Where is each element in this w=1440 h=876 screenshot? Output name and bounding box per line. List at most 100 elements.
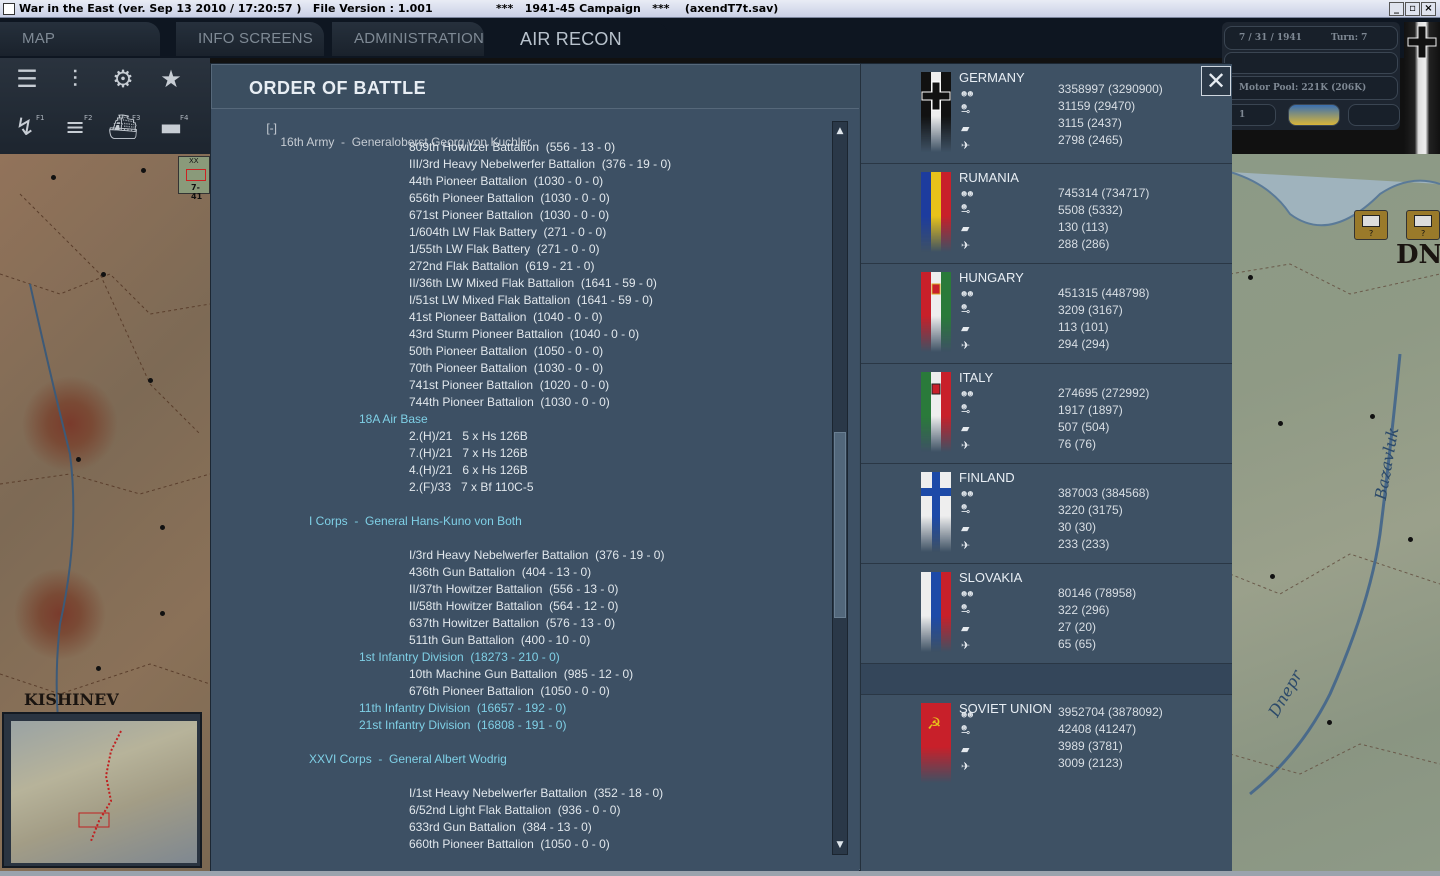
nation-name: SLOVAKIA — [959, 570, 1023, 585]
nation-name: ITALY — [959, 370, 994, 385]
oob-unit-row[interactable]: 2.(H)/21 5 x Hs 126B — [409, 429, 528, 446]
oob-unit-row[interactable]: 44th Pioneer Battalion (1030 - 0 - 0) — [409, 174, 603, 191]
oob-hq-row[interactable]: XXVI Corps - General Albert Wodrig — [309, 752, 507, 769]
tab-administration[interactable]: ADMINISTRATION — [332, 22, 484, 56]
recon-marker-icon — [1362, 215, 1380, 227]
oob-hq-row[interactable]: 21st Infantry Division (16808 - 191 - 0) — [359, 718, 566, 735]
plane-icon: ✈ — [961, 239, 971, 252]
map-town-dot — [1327, 720, 1332, 725]
oob-unit-row[interactable]: 70th Pioneer Battalion (1030 - 0 - 0) — [409, 361, 603, 378]
map-view-left[interactable]: XX 7-41 KISHINEV — [0, 154, 210, 876]
oob-unit-row[interactable]: 436th Gun Battalion (404 - 13 - 0) — [409, 565, 591, 582]
minimize-icon[interactable]: _ — [1389, 2, 1404, 16]
oob-unit-row[interactable]: II/36th LW Mixed Flak Battalion (1641 - … — [409, 276, 657, 293]
nation-name: HUNGARY — [959, 270, 1024, 285]
oob-hq-row[interactable]: I Corps - General Hans-Kuno von Both — [309, 514, 522, 531]
slovakia-flag-icon — [921, 572, 951, 652]
oob-unit-row[interactable]: 272nd Flak Battalion (619 - 21 - 0) — [409, 259, 594, 276]
map-town-dot — [76, 457, 81, 462]
rumania-flag-icon — [921, 172, 951, 252]
oob-hq-row[interactable]: 1st Infantry Division (18273 - 210 - 0) — [359, 650, 560, 667]
oob-unit-row[interactable]: 744th Pioneer Battalion (1030 - 0 - 0) — [409, 395, 610, 412]
oob-hq-row[interactable]: 18A Air Base — [359, 412, 428, 429]
close-dialog-button[interactable]: ✕ — [1201, 66, 1231, 96]
tab-info-screens[interactable]: INFO SCREENS — [176, 22, 324, 56]
oob-unit-row[interactable]: 660th Pioneer Battalion (1050 - 0 - 0) — [409, 837, 610, 854]
oob-unit-row[interactable]: 1/604th LW Flak Battery (271 - 0 - 0) — [409, 225, 606, 242]
men-icon: ☻☻☻ — [961, 712, 974, 732]
scroll-down-icon[interactable]: ▼ — [834, 838, 846, 852]
nation-stat-value: 322 (296) — [1058, 603, 1110, 617]
map-view-right[interactable]: ? ? DN Bazavluk Dnepr — [1230, 154, 1440, 876]
oob-hq-row[interactable]: 11th Infantry Division (16657 - 192 - 0) — [359, 701, 566, 718]
app-icon — [3, 3, 15, 15]
weather-indicator[interactable] — [1288, 104, 1340, 126]
oob-unit-row[interactable]: 637th Howitzer Battalion (576 - 13 - 0) — [409, 616, 615, 633]
oob-unit-row[interactable]: II/37th Howitzer Battalion (556 - 13 - 0… — [409, 582, 618, 599]
nation-stat-value: 294 (294) — [1058, 337, 1110, 351]
oob-unit-row[interactable]: 50th Pioneer Battalion (1050 - 0 - 0) — [409, 344, 603, 361]
oob-unit-row[interactable]: 511th Gun Battalion (400 - 10 - 0) — [409, 633, 590, 650]
fkey-label: F4 — [180, 114, 189, 122]
nation-name: RUMANIA — [959, 170, 1019, 185]
oob-unit-row[interactable]: 671st Pioneer Battalion (1030 - 0 - 0) — [409, 208, 609, 225]
oob-unit-row[interactable]: I/1st Heavy Nebelwerfer Battalion (352 -… — [409, 786, 663, 803]
scroll-thumb[interactable] — [834, 432, 846, 618]
oob-scrollbar[interactable]: ▲ ▼ — [832, 121, 848, 855]
unit-counter[interactable]: XX 7-41 — [178, 156, 210, 201]
map-town-dot — [1248, 275, 1253, 280]
oob-tree-list[interactable]: [-] 16th Army - Generaloberst Georg von … — [211, 113, 831, 857]
close-window-icon[interactable]: × — [1421, 2, 1436, 16]
oob-unit-row[interactable]: 741st Pioneer Battalion (1020 - 0 - 0) — [409, 378, 609, 395]
finland-flag-icon — [921, 472, 951, 552]
gear-icon[interactable]: ⚙ — [104, 60, 142, 98]
plane-icon: ✈ — [961, 139, 971, 152]
nation-stat-value: 387003 (384568) — [1058, 486, 1150, 500]
nation-stat-value: 113 (101) — [1058, 320, 1109, 334]
oob-unit-row[interactable]: I/3rd Heavy Nebelwerfer Battalion (376 -… — [409, 548, 664, 565]
oob-unit-row[interactable]: 809th Howitzer Battalion (556 - 13 - 0) — [409, 140, 615, 157]
map-town-dot — [160, 611, 165, 616]
layers-icon[interactable]: ☰ — [8, 60, 46, 98]
oob-unit-row[interactable]: 4.(H)/21 6 x Hs 126B — [409, 463, 528, 480]
bottom-edge — [0, 871, 1440, 876]
nation-stat-value: 3952704 (3878092) — [1058, 705, 1163, 719]
oob-unit-row[interactable]: 633rd Gun Battalion (384 - 13 - 0) — [409, 820, 592, 837]
oob-unit-row[interactable]: I/51st LW Mixed Flak Battalion (1641 - 5… — [409, 293, 653, 310]
tab-map-information[interactable]: MAP INFORMATION — [0, 22, 160, 81]
star-icon[interactable]: ★ — [152, 60, 190, 98]
oob-unit-row[interactable]: 2.(F)/33 7 x Bf 110C-5 — [409, 480, 534, 497]
recon-marker[interactable]: ? — [1406, 210, 1440, 240]
oob-unit-row[interactable]: III/3rd Heavy Nebelwerfer Battalion (376… — [409, 157, 671, 174]
oob-unit-row[interactable]: 676th Pioneer Battalion (1050 - 0 - 0) — [409, 684, 610, 701]
recon-marker[interactable]: ? — [1354, 210, 1388, 240]
tank-icon: ▰ — [961, 222, 970, 235]
oob-unit-row[interactable]: II/58th Howitzer Battalion (564 - 12 - 0… — [409, 599, 618, 616]
status-extra-box[interactable] — [1348, 104, 1400, 126]
recon-marker-icon — [1414, 215, 1432, 227]
minimap[interactable] — [2, 712, 202, 868]
svg-text:☭: ☭ — [927, 714, 941, 733]
tree-toggle[interactable]: [-] 16th Army - Generaloberst Georg von … — [233, 113, 531, 149]
side-flag-banner — [1404, 22, 1440, 162]
turn-status-panel: 7 / 31 / 1941 Turn: 7 Motor Pool: 221K (… — [1222, 22, 1400, 130]
oob-unit-row[interactable]: 6/52nd Light Flak Battalion (936 - 0 - 0… — [409, 803, 620, 820]
oob-unit-row[interactable]: 7.(H)/21 7 x Hs 126B — [409, 446, 528, 463]
game-window: War in the East (ver. Sep 13 2010 / 17:2… — [0, 0, 1440, 876]
unit-counter-value: 7-41 — [191, 183, 203, 201]
italy-flag-icon — [921, 372, 951, 452]
oob-unit-row[interactable]: 10th Machine Gun Battalion (985 - 12 - 0… — [409, 667, 633, 684]
nation-panel-soviet: ☭ SOVIET UNION ☻☻☻ 3952704 (3878092) ⊸ 42408 … — [861, 694, 1232, 872]
scroll-up-icon[interactable]: ▲ — [834, 124, 846, 138]
map-town-dot — [1270, 574, 1275, 579]
nation-name: FINLAND — [959, 470, 1015, 485]
maximize-icon[interactable]: ▫ — [1405, 2, 1420, 16]
tab-air-recon[interactable]: AIR RECON — [498, 22, 668, 56]
iron-cross-icon — [1407, 25, 1437, 59]
sliders-icon[interactable]: ⫶ — [56, 60, 94, 98]
motor-pool-label: Motor Pool: 221K (206K) — [1239, 83, 1367, 93]
oob-unit-row[interactable]: 41st Pioneer Battalion (1040 - 0 - 0) — [409, 310, 602, 327]
oob-unit-row[interactable]: 43rd Sturm Pioneer Battalion (1040 - 0 -… — [409, 327, 639, 344]
oob-unit-row[interactable]: 1/55th LW Flak Battery (271 - 0 - 0) — [409, 242, 600, 259]
oob-unit-row[interactable]: 656th Pioneer Battalion (1030 - 0 - 0) — [409, 191, 610, 208]
